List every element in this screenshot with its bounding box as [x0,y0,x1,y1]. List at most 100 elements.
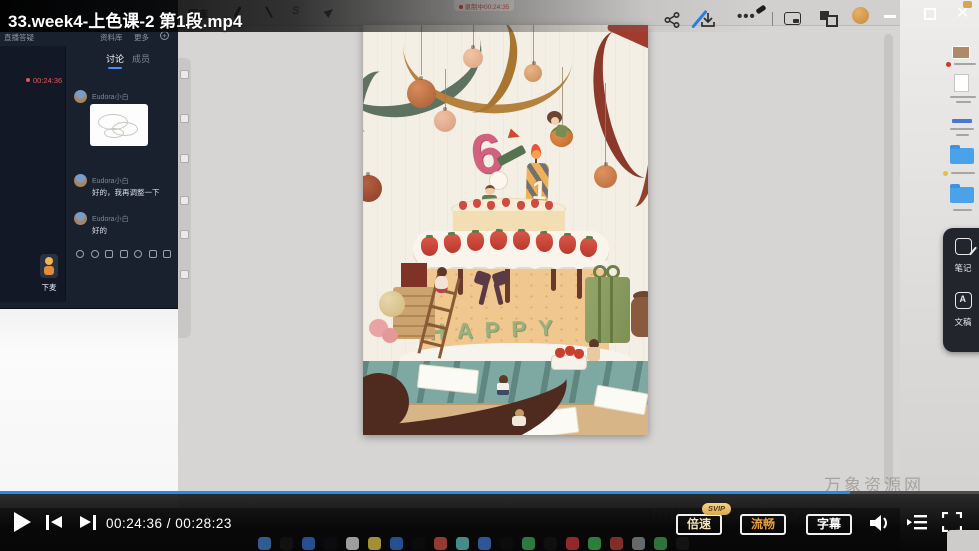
video-player: 直播答疑 资料库 更多 + 00:24:36 讨论 成员 Eudora小白 Eu… [0,0,979,551]
dock-end-blob [947,530,979,551]
avatar [74,90,87,103]
strawberry [513,231,530,250]
username: Eudora小白 [92,176,129,186]
smiley-icon[interactable] [91,250,99,258]
dock-app-icon[interactable] [566,537,579,550]
dock-app-icon[interactable] [280,537,293,550]
dock-app-icon[interactable] [434,537,447,550]
dock-app-icon[interactable] [610,537,623,550]
username: Eudora小白 [92,92,129,102]
dock-app-icon[interactable] [500,537,513,550]
chat-message: Eudora小白 [74,90,174,160]
dock-app-icon[interactable] [544,537,557,550]
dock-app-icon[interactable] [368,537,381,550]
popout-icon[interactable] [163,250,171,258]
jar [631,297,648,337]
time-display: 00:24:36 / 00:28:23 [106,516,232,531]
notes-label: 笔记 [943,262,979,274]
play-button[interactable] [14,512,31,532]
playlist-icon[interactable] [906,512,928,537]
more-icon[interactable]: ••• [737,8,756,25]
history-icon[interactable] [134,250,142,258]
scrollbar[interactable] [884,34,893,486]
quality-button[interactable]: 流畅 [740,514,786,535]
gold-ornament [379,291,405,317]
chat-message: Eudora小白 好的 [74,212,174,242]
mic-off-label: 下麦 [32,282,66,293]
desktop-image-file[interactable] [952,46,970,59]
more-button[interactable]: 更多 [134,32,149,43]
drawing-app-window: 图库 S 录制中00:24:35 [178,0,900,508]
dock-app-icon[interactable] [258,537,271,550]
dock-app-icon[interactable] [654,537,667,550]
dock-app-icon[interactable] [632,537,645,550]
transcript-tool[interactable]: 文稿 [943,292,979,328]
illustration-canvas[interactable]: 6 1 [363,25,648,435]
image-icon[interactable] [120,250,128,258]
dock-app-icon[interactable] [588,537,601,550]
dock-app-icon[interactable] [302,537,315,550]
dock-app-icon[interactable] [478,537,491,550]
previous-button[interactable] [46,515,66,530]
video-title: 33.week4-上色课-2 第1段.mp4 [8,7,242,32]
notes-tool[interactable]: 笔记 [943,238,979,274]
user-emoji-icon [40,254,58,278]
next-button[interactable] [76,515,96,530]
add-icon[interactable]: + [160,31,169,40]
pip-icon[interactable] [784,12,801,25]
dock-app-icon[interactable] [324,537,337,550]
desktop-document-file[interactable] [954,74,969,92]
chat-image-attachment[interactable] [90,104,148,146]
ornament-ball [407,79,436,108]
svip-badge: SVIP [702,503,731,515]
chat-message: Eudora小白 好的，我再调整一下 [74,174,174,204]
ornament-ball [463,48,483,68]
tab-members[interactable]: 成员 [132,52,150,65]
library-button[interactable]: 资料库 [100,32,123,43]
dock-app-icon[interactable] [412,537,425,550]
ai-doc-icon [955,292,972,309]
corner-badge [963,1,972,8]
chat-log-icon[interactable] [149,250,157,258]
dock-app-icon[interactable] [456,537,469,550]
share-icon[interactable] [664,12,680,28]
volume-icon[interactable] [868,512,892,539]
dock-app-icon[interactable] [522,537,535,550]
avatar [74,212,87,225]
tab-discussion[interactable]: 讨论 [106,52,124,65]
red-flag [508,129,522,142]
class-panel-title: 直播答疑 [4,32,34,43]
minimize-button[interactable] [884,15,896,18]
maximize-button[interactable] [924,8,936,20]
strawberry [467,232,484,251]
desktop-folder[interactable] [950,187,974,203]
ornament-ball [434,110,456,132]
strawberry [559,235,576,254]
ornament-ball [594,165,617,188]
user-avatar[interactable] [852,7,869,24]
peach [382,328,398,343]
dock-app-icon[interactable] [346,537,359,550]
emoji-icon[interactable] [76,250,84,258]
message-text: 好的 [92,225,107,236]
recording-timer: 00:24:36 [26,76,62,85]
avatar [74,174,87,187]
screenshot-icon[interactable] [105,250,113,258]
subtitle-button[interactable]: 字幕 [806,514,852,535]
character-boy [485,185,495,195]
strawberry [421,237,438,256]
brush-sidebar[interactable] [178,58,191,338]
live-class-panel: 直播答疑 资料库 更多 + 00:24:36 讨论 成员 Eudora小白 Eu… [0,0,178,308]
dock [258,536,689,550]
desktop-folder[interactable] [950,148,974,164]
ornament-ball [363,175,382,202]
whiteboard-area [0,308,178,508]
chat-toolbar [76,250,176,262]
speed-button[interactable]: 倍速 [676,514,722,535]
candle-flame [530,144,542,160]
message-text: 好的，我再调整一下 [92,187,160,198]
mic-off-button[interactable]: 下麦 [32,254,66,298]
dock-app-icon[interactable] [390,537,403,550]
dock-app-icon[interactable] [676,537,689,550]
macos-desktop: 笔记 文稿 [900,0,979,551]
